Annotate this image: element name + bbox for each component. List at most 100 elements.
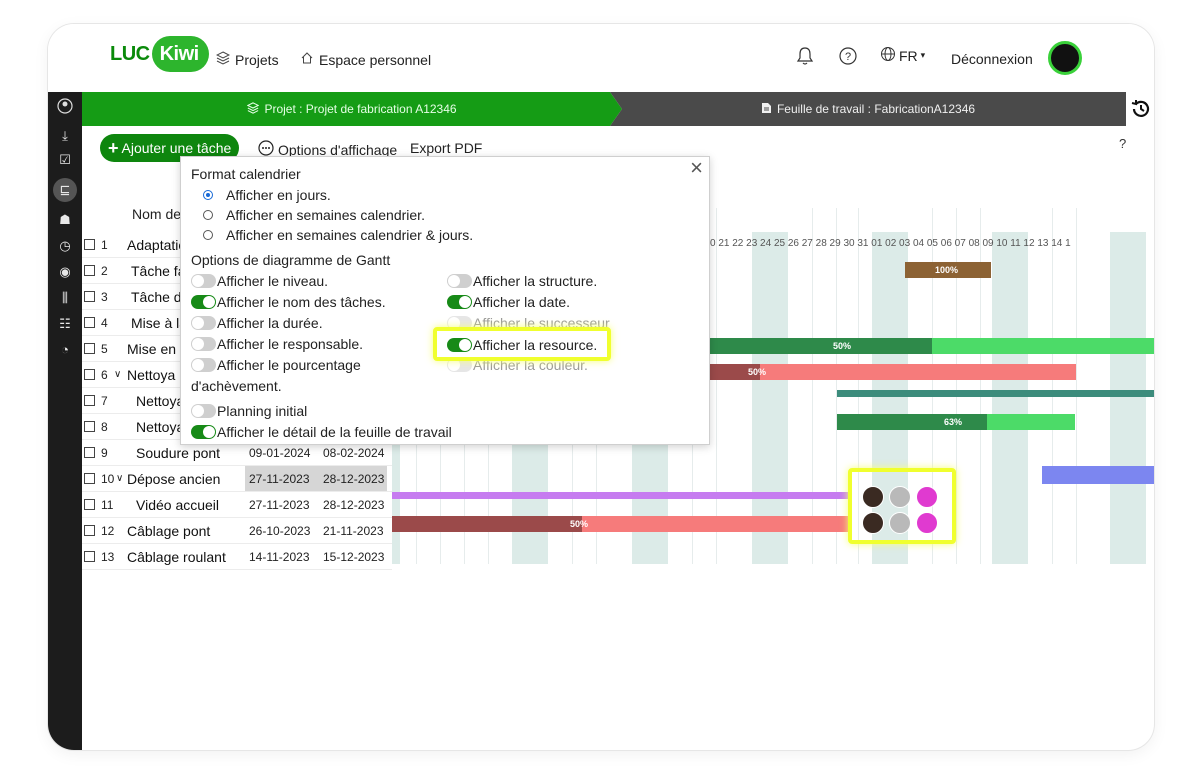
option-show-level[interactable]: Afficher le niveau. [191,273,328,289]
task-start-date[interactable]: 14-11-2023 [249,550,310,564]
option-show-task-name[interactable]: Afficher le nom des tâches. [191,294,386,310]
toggle-switch[interactable] [447,274,472,288]
gauge-icon[interactable]: ◔ [57,342,73,358]
resource-avatar[interactable] [889,486,911,508]
task-start-date[interactable]: 26-10-2023 [249,524,310,538]
table-row[interactable]: 10 ∨ Dépose ancien 27-11-2023 28-12-2023 [82,466,392,492]
chevron-down-icon[interactable]: ∨ [114,369,121,380]
option-initial-planning[interactable]: Planning initial [191,403,307,419]
user-avatar[interactable] [1048,41,1082,75]
row-checkbox[interactable] [84,499,95,510]
task-end-date[interactable]: 08-02-2024 [323,446,384,460]
nav-personal-space-link[interactable]: Espace personnel [300,51,431,68]
resource-avatar[interactable] [862,512,884,534]
close-icon[interactable]: × [690,157,703,179]
row-checkbox[interactable] [84,525,95,536]
row-checkbox[interactable] [84,421,95,432]
option-show-percent[interactable]: Afficher le pourcentage [191,357,361,373]
task-end-date[interactable]: 28-12-2023 [323,498,384,512]
name-column-header[interactable]: Nom de [132,206,181,222]
radio-weeks-days[interactable]: Afficher en semaines calendrier & jours. [203,227,473,243]
history-icon[interactable] [1130,98,1152,126]
row-checkbox[interactable] [84,343,95,354]
toggle-switch[interactable] [191,425,216,439]
bell-icon[interactable] [796,46,814,66]
radio-button[interactable] [203,210,213,220]
task-name[interactable]: Nettoya [127,367,175,383]
luckiwi-logo[interactable]: LUC Kiwi [110,36,209,72]
search-user-icon[interactable]: ◉ [57,264,73,280]
task-name[interactable]: Câblage roulant [127,549,226,565]
row-checkbox[interactable] [84,551,95,562]
users-icon[interactable]: ☗ [57,212,73,228]
task-end-date[interactable]: 28-12-2023 [323,472,384,486]
resource-avatar[interactable] [916,512,938,534]
checkbox-icon[interactable]: ☑ [57,152,73,168]
task-name[interactable]: Nettoya [136,419,184,435]
user-avatar-small-icon[interactable] [57,98,73,114]
radio-button[interactable] [203,230,213,240]
toggle-switch[interactable] [191,404,216,418]
language-selector[interactable]: FR ▾ [880,46,925,65]
gantt-summary-bar[interactable] [837,390,1154,397]
task-name[interactable]: Dépose ancien [127,471,220,487]
table-row[interactable]: 11 Vidéo accueil 27-11-2023 28-12-2023 [82,492,392,518]
toggle-switch[interactable] [191,358,216,372]
task-name[interactable]: Mise en p [127,341,188,357]
breadcrumb-project[interactable]: Projet : Projet de fabrication A12346 [82,92,622,126]
task-end-date[interactable]: 21-11-2023 [323,524,384,538]
task-start-date[interactable]: 27-11-2023 [249,472,310,486]
org-chart-icon[interactable]: ☷ [57,316,73,332]
logout-link[interactable]: Déconnexion [951,51,1033,67]
task-name[interactable]: Tâche d [131,289,182,305]
help-question[interactable]: ? [1119,136,1126,151]
download-icon[interactable]: ⤓ [57,128,73,144]
row-checkbox[interactable] [84,369,95,380]
row-checkbox[interactable] [84,395,95,406]
row-checkbox[interactable] [84,317,95,328]
task-name[interactable]: Mise à la [131,315,187,331]
table-row[interactable]: 13 Câblage roulant 14-11-2023 15-12-2023 [82,544,392,570]
task-end-date[interactable]: 15-12-2023 [323,550,384,564]
option-show-date[interactable]: Afficher la date. [447,294,570,310]
toggle-switch[interactable] [191,316,216,330]
radio-days[interactable]: Afficher en jours. [203,187,331,203]
row-checkbox[interactable] [84,473,95,484]
row-checkbox[interactable] [84,291,95,302]
toggle-switch[interactable] [191,274,216,288]
task-name[interactable]: Nettoya [136,393,184,409]
gantt-summary-bar[interactable] [392,492,852,499]
export-pdf-button[interactable]: Export PDF [410,140,482,156]
row-checkbox[interactable] [84,447,95,458]
help-circle-icon[interactable]: ? [838,46,858,66]
resource-avatar[interactable] [889,512,911,534]
gantt-chart-icon[interactable]: ⊑ [57,182,73,198]
option-show-worksheet-detail[interactable]: Afficher le détail de la feuille de trav… [191,424,452,440]
resource-avatar[interactable] [862,486,884,508]
toggle-switch[interactable] [191,295,216,309]
resource-avatar[interactable] [916,486,938,508]
breadcrumb-worksheet[interactable]: Feuille de travail : FabricationA12346 [610,92,1126,126]
task-start-date[interactable]: 27-11-2023 [249,498,310,512]
task-name[interactable]: Adaptatio [127,237,186,253]
radio-button[interactable] [203,190,213,200]
kanban-icon[interactable]: ⫼ [57,290,73,306]
task-name[interactable]: Vidéo accueil [136,497,219,513]
row-checkbox[interactable] [84,239,95,250]
row-checkbox[interactable] [84,265,95,276]
clock-icon[interactable]: ◷ [57,238,73,254]
task-start-date[interactable]: 09-01-2024 [249,446,310,460]
gantt-bar[interactable] [1042,466,1154,484]
task-name[interactable]: Tâche fa [131,263,185,279]
toggle-switch[interactable] [447,295,472,309]
radio-weeks[interactable]: Afficher en semaines calendrier. [203,207,425,223]
nav-projects-link[interactable]: Projets [215,51,279,68]
chevron-down-icon[interactable]: ∨ [116,473,123,484]
option-show-structure[interactable]: Afficher la structure. [447,273,597,289]
task-name[interactable]: Câblage pont [127,523,210,539]
option-show-owner[interactable]: Afficher le responsable. [191,336,363,352]
table-row[interactable]: 12 Câblage pont 26-10-2023 21-11-2023 [82,518,392,544]
task-name[interactable]: Soudure pont [136,445,220,461]
option-show-duration[interactable]: Afficher la durée. [191,315,323,331]
toggle-switch[interactable] [191,337,216,351]
